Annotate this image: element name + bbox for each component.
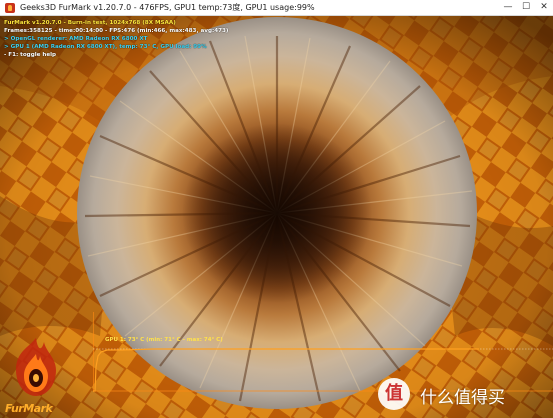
osd-title-line: FurMark v1.20.7.0 - Burn-in test, 1024x7… bbox=[4, 20, 176, 26]
furmark-flame-logo-icon bbox=[16, 338, 56, 396]
osd-overlay: FurMark v1.20.7.0 - Burn-in test, 1024x7… bbox=[4, 19, 228, 59]
furmark-logo: FurMark bbox=[2, 334, 70, 418]
osd-renderer-line: > OpenGL renderer: AMD Radeon RX 6800 XT bbox=[4, 36, 148, 42]
title-bar[interactable]: Geeks3D FurMark v1.20.7.0 - 476FPS, GPU1… bbox=[0, 0, 553, 16]
window-title: Geeks3D FurMark v1.20.7.0 - 476FPS, GPU1… bbox=[20, 3, 315, 12]
maximize-button[interactable]: ☐ bbox=[517, 0, 535, 15]
minimize-button[interactable]: — bbox=[499, 0, 517, 15]
render-viewport: FurMark v1.20.7.0 - Burn-in test, 1024x7… bbox=[0, 16, 553, 418]
osd-gpu-line: > GPU 1 (AMD Radeon RX 6800 XT), temp: 7… bbox=[4, 44, 207, 50]
watermark-text: 什么值得买 bbox=[420, 388, 505, 408]
furmark-app-icon bbox=[5, 3, 15, 13]
osd-help-line: - F1: toggle help bbox=[4, 52, 57, 58]
osd-frames-line: Frames:358125 - time:00:14:00 - FPS:476 … bbox=[4, 28, 229, 34]
watermark: 值 什么值得买 bbox=[378, 372, 553, 418]
temperature-graph-label: GPU 1: 73° C (min: 71° C - max: 74° C) bbox=[105, 337, 223, 343]
watermark-logo-icon: 值 bbox=[378, 378, 410, 410]
furmark-logo-text: FurMark bbox=[5, 402, 53, 415]
furmark-window: Geeks3D FurMark v1.20.7.0 - 476FPS, GPU1… bbox=[0, 0, 553, 418]
close-button[interactable]: ✕ bbox=[535, 0, 553, 15]
